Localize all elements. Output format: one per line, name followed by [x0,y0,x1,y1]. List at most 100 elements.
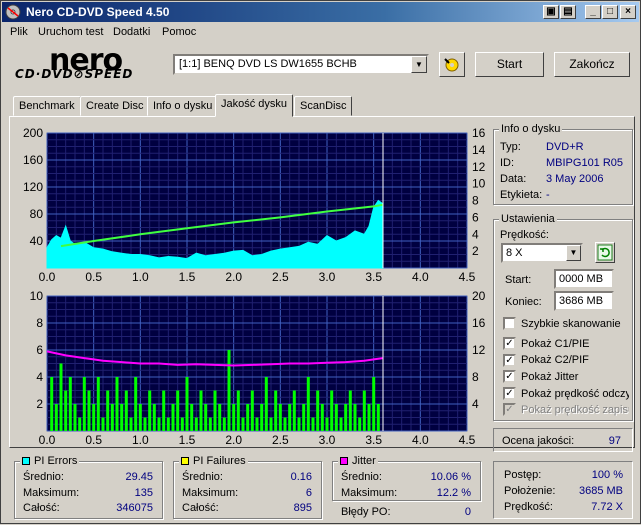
jitter-max-label: Maksimum: [341,487,398,499]
refresh-icon [597,244,613,261]
date-value: 3 May 2006 [546,173,604,185]
chart1-y-left-tick-label: 200 [23,126,43,140]
po-errors-value: 0 [464,506,471,518]
chart1-y-left-tick-label: 40 [30,234,44,248]
app-window: Nero CD-DVD Speed 4.50 ▣ ▤ _ □ × Plik Ur… [0,0,641,524]
chart2-y-left-tick-label: 4 [36,370,43,384]
chart2-pi-failure-bar [339,417,343,431]
quick-scan-checkbox[interactable] [503,317,516,330]
pi-failures-title: PI Failures [179,455,248,467]
chart2-pi-failure-bar [199,390,203,431]
chart2-pi-failure-bar [232,404,236,431]
chart2-y-left-tick-label: 10 [30,289,44,303]
chart2-pi-failure-bar [185,377,189,431]
position-value: 3685 MB [578,485,623,497]
chart2-x-tick-label: 0.5 [85,433,102,447]
chart2-pi-failure-bar [334,404,338,431]
chart2-pi-failure-bar [353,404,357,431]
chart2-pi-failure-bar [320,404,324,431]
chart2-pi-failure-bar [344,404,348,431]
chart2-pi-failure-bar [194,417,198,431]
pi-failures-max: 6 [305,487,312,499]
chart2-pi-failure-bar [120,404,124,431]
show-read-speed-label: Pokaż prędkość odczy [521,388,629,400]
chart2-pi-failure-bar [176,390,180,431]
chart2-pi-failure-bar [246,404,250,431]
chart2-x-tick-label: 4.0 [412,433,429,447]
chart2-y-right-tick-label: 12 [472,343,486,357]
chart1-x-tick-label: 1.0 [132,270,149,284]
chevron-down-icon[interactable]: ▼ [566,245,581,261]
chart2-pi-failure-bar [283,417,287,431]
speed-label: Prędkość: [500,229,549,241]
chart2-pi-failure-bar [190,404,194,431]
show-jitter-label: Pokaż Jitter [521,371,579,383]
po-errors-label: Błędy PO: [341,506,391,518]
chart2-x-tick-label: 1.5 [179,433,196,447]
chart2-pi-failure-bar [222,417,226,431]
chart2-pi-failure-bar [218,404,222,431]
pi-errors-total-label: Całość: [23,502,60,514]
disc-info-title: Info o dysku [499,123,563,135]
current-speed-label: Prędkość: [504,501,553,513]
chart2-pi-failure-bar [152,404,156,431]
show-jitter-checkbox[interactable]: ✓ [503,370,516,383]
tab-disc-quality[interactable]: Jakość dysku [215,94,294,117]
end-input[interactable]: 3686 MB [554,291,614,311]
chart2-pi-failure-bar [110,404,114,431]
chart2-pi-failure-bar [162,390,166,431]
show-pif-checkbox[interactable]: ✓ [503,354,516,367]
chart2-x-tick-label: 3.0 [319,433,336,447]
chart1-y-right-tick-label: 2 [472,244,479,258]
pi-failures-total: 895 [293,502,312,514]
quality-score-label: Ocena jakości: [502,435,575,447]
pi-failures-total-label: Całość: [182,502,219,514]
progress-value: 100 % [591,469,623,481]
position-label: Położenie: [504,485,556,497]
chart2-pi-failure-bar [311,417,315,431]
label-value: - [546,189,550,201]
start-field-label: Start: [505,274,532,286]
chart1-y-right-tick-label: 6 [472,210,479,224]
jitter-swatch [340,457,348,465]
jitter-max: 12.2 % [436,487,471,499]
show-read-speed-checkbox[interactable]: ✓ [503,387,516,400]
settings-title: Ustawienia [499,213,557,225]
start-input[interactable]: 0000 MB [554,269,614,289]
speed-select[interactable]: 8 X ▼ [501,243,583,263]
chart2-pi-failure-bar [166,417,170,431]
chart2-y-right-tick-label: 4 [472,397,479,411]
quick-scan-label: Szybkie skanowanie [521,318,621,330]
pi-errors-total: 346075 [116,502,153,514]
chart1-x-tick-label: 2.0 [225,270,242,284]
chart2-pi-failure-bar [358,417,362,431]
pi-errors-avg: 29.45 [125,471,153,483]
chart2-x-tick-label: 2.5 [272,433,289,447]
chart2-pi-failure-bar [325,417,329,431]
chart2-pi-failure-bar [64,390,68,431]
progress-label: Postęp: [504,469,542,481]
chart2-pi-failure-bar [292,390,296,431]
chart2-pi-failure-bar [68,377,72,431]
chart1-x-tick-label: 3.5 [365,270,382,284]
id-value: MBIPG101 R05 [546,157,624,169]
chart2-pi-failure-bar [180,417,184,431]
refresh-speed-button[interactable] [595,242,615,263]
chart2-pi-failure-bar [278,404,282,431]
chart2-pi-failure-bar [101,417,105,431]
chart2-y-right-tick-label: 16 [472,316,486,330]
chart1-y-right-tick-label: 8 [472,194,479,208]
chart2-x-tick-label: 0.0 [39,433,56,447]
pi-errors-max-label: Maksimum: [23,487,80,499]
chart2-pi-failure-bar [260,404,264,431]
chart2-y-left-tick-label: 8 [36,316,43,330]
end-field-label: Koniec: [505,296,542,308]
chart1-y-right-tick-label: 16 [472,126,486,140]
chart1-x-tick-label: 0.0 [39,270,56,284]
show-pie-checkbox[interactable]: ✓ [503,337,516,350]
date-label: Data: [500,173,527,185]
chart1-y-right-tick-label: 10 [472,177,486,191]
chart2-pi-failure-bar [138,404,142,431]
chart2-pi-failure-bar [372,377,376,431]
chart2-pi-failure-bar [82,377,86,431]
